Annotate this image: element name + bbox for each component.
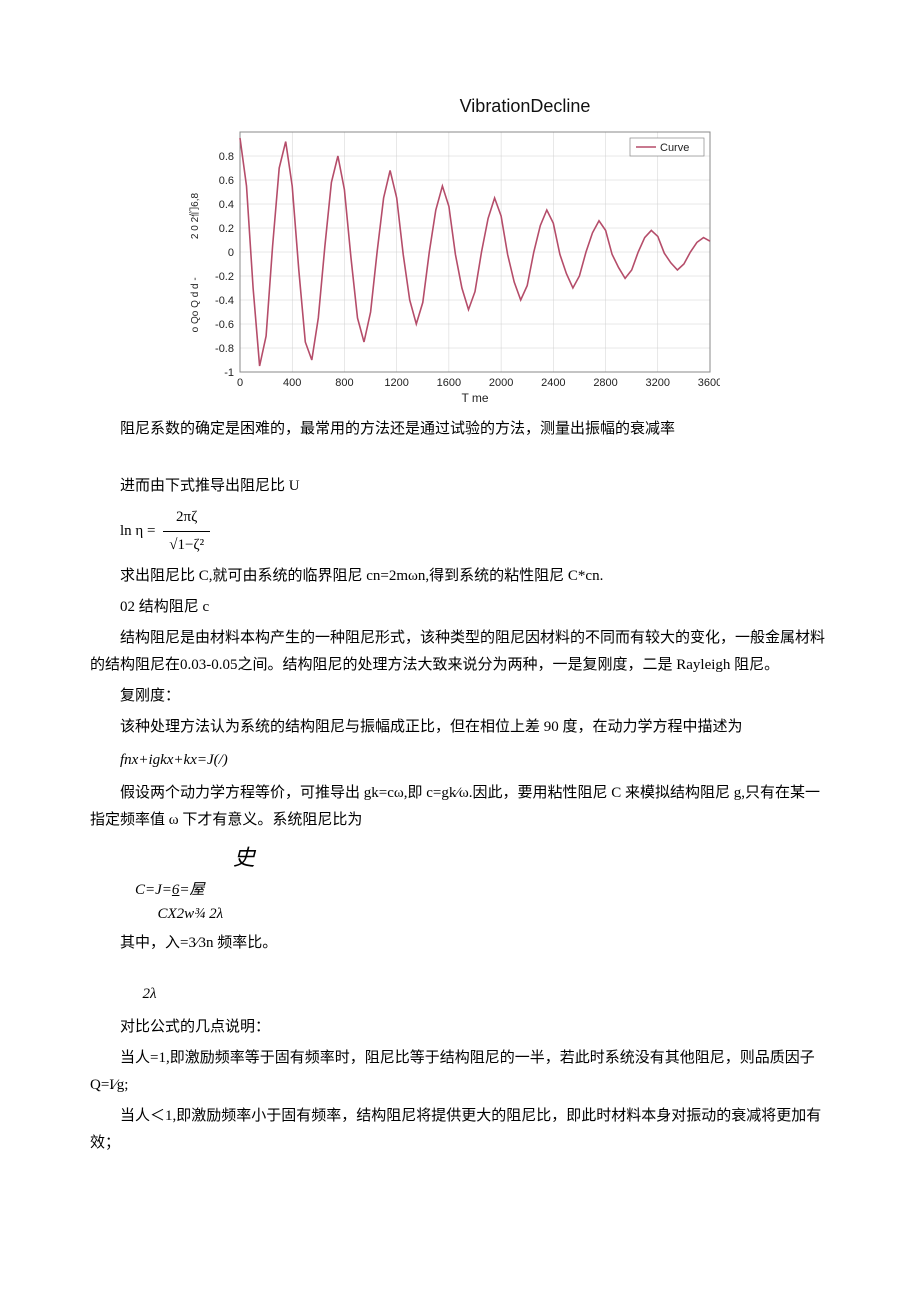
- svg-text:1200: 1200: [384, 377, 408, 389]
- svg-text:0.2: 0.2: [219, 223, 234, 235]
- svg-text:1600: 1600: [437, 377, 461, 389]
- paragraph: 对比公式的几点说明：: [90, 1014, 830, 1041]
- section-heading-02: 02 结构阻尼 c: [90, 594, 830, 621]
- paragraph: 复刚度：: [90, 683, 830, 710]
- equation-2lambda: 2λ: [143, 981, 831, 1008]
- paragraph: 该种处理方法认为系统的结构阻尼与振幅成正比，但在相位上差 90 度，在动力学方程…: [90, 714, 830, 741]
- svg-text:400: 400: [283, 377, 301, 389]
- spacer: [90, 447, 830, 469]
- svg-text:-0.6: -0.6: [215, 319, 234, 331]
- equation-fnx: fnx+igkx+kx=J(/): [120, 747, 830, 774]
- svg-text:-0.4: -0.4: [215, 295, 234, 307]
- chart-title: VibrationDecline: [220, 90, 830, 122]
- eq-denominator: √1−ζ²: [163, 532, 210, 559]
- paragraph: 假设两个动力学方程等价，可推导出 gk=cω,即 c=gk⁄ω.因此，要用粘性阻…: [90, 780, 830, 834]
- svg-text:2000: 2000: [489, 377, 513, 389]
- eq-fancy-char: 史: [233, 838, 830, 878]
- svg-text:T me: T me: [461, 391, 488, 405]
- svg-text:0.8: 0.8: [219, 151, 234, 163]
- eq-part: C=J=: [135, 882, 172, 898]
- svg-text:800: 800: [335, 377, 353, 389]
- vibration-decline-chart: 0 400 800 1200 1600 2000 2400 2800 3200 3600 -1 -0.…: [180, 126, 720, 406]
- svg-text:-1: -1: [224, 367, 234, 379]
- svg-text:0: 0: [228, 247, 234, 259]
- svg-text:Curve: Curve: [660, 142, 689, 154]
- paragraph: 进而由下式推导出阻尼比 U: [90, 473, 830, 500]
- equation-block-ratio: 史 C=J=6=屋 CX2w¾ 2λ: [90, 838, 830, 926]
- svg-text:o Qo Q d d -: o Qo Q d d -: [190, 278, 201, 333]
- document-page: VibrationDecline 0 400 800 1200 1600 2000 2400…: [0, 0, 920, 1221]
- eq-line: CX2w¾ 2λ: [158, 906, 224, 922]
- eq-part: =屋: [179, 882, 204, 898]
- eq-numerator: 2πζ: [163, 504, 210, 532]
- svg-text:2800: 2800: [593, 377, 617, 389]
- paragraph: 求出阻尼比 C,就可由系统的临界阻尼 cn=2mωn,得到系统的粘性阻尼 C*c…: [90, 563, 830, 590]
- svg-text:0: 0: [237, 377, 243, 389]
- chart-container: VibrationDecline 0 400 800 1200 1600 2000 2400…: [180, 90, 830, 406]
- equation-ln-eta: ln η = 2πζ √1−ζ²: [120, 504, 830, 559]
- paragraph: 当人=1,即激励频率等于固有频率时，阻尼比等于结构阻尼的一半，若此时系统没有其他…: [90, 1045, 830, 1099]
- svg-text:2400: 2400: [541, 377, 565, 389]
- paragraph: 当人＜1,即激励频率小于固有频率，结构阻尼将提供更大的阻尼比，即此时材料本身对振…: [90, 1103, 830, 1157]
- svg-text:2 0 2们6,8: 2 0 2们6,8: [188, 193, 201, 240]
- svg-text:3200: 3200: [646, 377, 670, 389]
- svg-text:3600: 3600: [698, 377, 720, 389]
- eq-left: ln η =: [120, 523, 155, 539]
- svg-text:0.6: 0.6: [219, 175, 234, 187]
- caption-after-chart: 阻尼系数的确定是困难的，最常用的方法还是通过试验的方法，测量出振幅的衰减率: [90, 416, 830, 443]
- paragraph: 结构阻尼是由材料本构产生的一种阻尼形式，该种类型的阻尼因材料的不同而有较大的变化…: [90, 625, 830, 679]
- svg-text:-0.2: -0.2: [215, 271, 234, 283]
- spacer: [90, 961, 830, 975]
- svg-text:-0.8: -0.8: [215, 343, 234, 355]
- svg-text:0.4: 0.4: [219, 199, 234, 211]
- paragraph: 其中，入=3⁄3n 频率比。: [90, 930, 830, 957]
